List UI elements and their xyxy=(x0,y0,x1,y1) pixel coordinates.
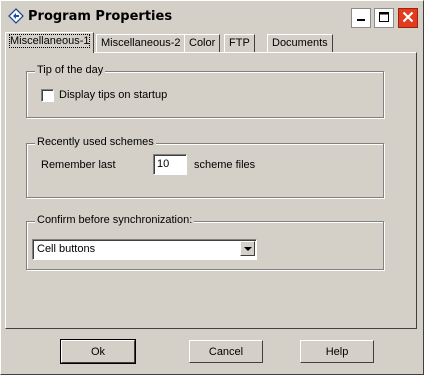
chevron-down-icon xyxy=(243,243,252,255)
scheme-count-value: 10 xyxy=(157,158,170,170)
group-legend: Tip of the day xyxy=(35,64,106,76)
display-tips-checkbox[interactable] xyxy=(41,89,54,102)
tab-miscellaneous-2[interactable]: Miscellaneous-2 xyxy=(96,34,186,52)
scheme-files-label: scheme files xyxy=(194,159,256,171)
close-button[interactable] xyxy=(398,8,418,28)
display-tips-label: Display tips on startup xyxy=(59,89,168,101)
scheme-count-input[interactable]: 10 xyxy=(153,154,187,175)
tab-miscellaneous-1[interactable]: Miscellaneous-1 xyxy=(5,32,95,53)
tab-color[interactable]: Color xyxy=(184,34,221,52)
tab-label: Miscellaneous-2 xyxy=(101,37,181,49)
tab-label: Documents xyxy=(272,37,328,49)
ok-button[interactable]: Ok xyxy=(60,339,136,364)
help-button-label: Help xyxy=(325,345,349,358)
synchronization-select[interactable]: Cell buttons xyxy=(32,239,257,260)
group-legend: Recently used schemes xyxy=(35,136,156,148)
tab-label: Miscellaneous-1 xyxy=(8,34,91,48)
help-button[interactable]: Help xyxy=(300,340,374,363)
diamond-arrows-icon xyxy=(8,8,24,24)
tab-label: Color xyxy=(189,37,216,49)
tab-ftp[interactable]: FTP xyxy=(224,34,255,52)
synchronization-selected-value: Cell buttons xyxy=(37,243,96,255)
window-title: Program Properties xyxy=(28,9,173,24)
minimize-button[interactable] xyxy=(351,8,371,28)
tab-documents[interactable]: Documents xyxy=(267,34,333,52)
remember-last-label: Remember last xyxy=(41,159,116,171)
minimize-icon xyxy=(356,12,366,25)
dropdown-arrow-button[interactable] xyxy=(240,241,255,256)
ok-button-label: Ok xyxy=(90,345,106,358)
close-icon xyxy=(402,11,414,26)
maximize-button[interactable] xyxy=(374,8,394,28)
maximize-icon xyxy=(379,11,389,25)
cancel-button[interactable]: Cancel xyxy=(189,340,263,363)
program-properties-window: Program Properties Miscellaneous-1 Misce… xyxy=(0,0,424,375)
tab-label: FTP xyxy=(229,37,250,49)
title-bar[interactable]: Program Properties xyxy=(3,3,421,30)
cancel-button-label: Cancel xyxy=(208,345,244,358)
group-legend: Confirm before synchronization: xyxy=(35,214,195,226)
